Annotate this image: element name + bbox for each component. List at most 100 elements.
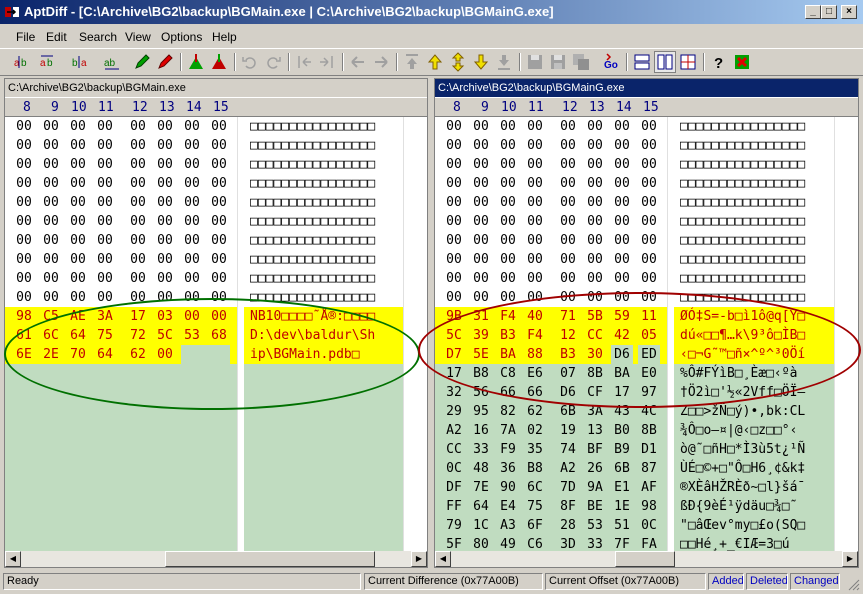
hex-byte[interactable]: 8B (584, 364, 606, 383)
hex-byte[interactable]: 00 (13, 174, 35, 193)
hex-byte[interactable]: 00 (470, 269, 492, 288)
hex-byte[interactable]: 00 (181, 212, 203, 231)
hex-byte[interactable]: 00 (40, 288, 62, 307)
hex-byte[interactable]: E0 (638, 364, 660, 383)
hex-byte[interactable]: 6F (524, 516, 546, 535)
prev-block-icon[interactable] (294, 52, 314, 72)
hex-row[interactable]: 98 C5 AE 3A 17 03 00 00 NB10□□□□˜Å®:□□□□ (5, 307, 427, 326)
hex-byte[interactable]: 00 (443, 155, 465, 174)
hex-byte[interactable]: 00 (154, 193, 176, 212)
hex-byte[interactable]: 64 (470, 497, 492, 516)
hex-byte[interactable]: 53 (584, 516, 606, 535)
down-diff-icon[interactable] (471, 52, 491, 72)
hex-byte[interactable]: 00 (181, 117, 203, 136)
hex-byte[interactable]: 6B (611, 459, 633, 478)
sync-left-icon[interactable] (186, 52, 206, 72)
ascii-text[interactable]: □□□□□□□□□□□□□□□□ (680, 212, 805, 231)
hex-byte[interactable]: 00 (67, 269, 89, 288)
hex-byte[interactable]: 75 (524, 497, 546, 516)
hex-byte[interactable]: 00 (154, 288, 176, 307)
hex-byte[interactable]: 6E (13, 345, 35, 364)
maximize-button[interactable]: □ (821, 5, 837, 19)
hex-row[interactable]: 5C 39 B3 F4 12 CC 42 05 dú«□□¶…k\9³ô□ÌB□ (435, 326, 858, 345)
hex-byte[interactable]: 39 (470, 326, 492, 345)
hex-byte[interactable]: 07 (557, 364, 579, 383)
hex-byte[interactable]: CC (584, 326, 606, 345)
hex-byte[interactable]: 00 (557, 117, 579, 136)
help-icon[interactable]: ? (709, 52, 729, 72)
hex-byte[interactable]: 00 (443, 288, 465, 307)
hex-byte[interactable]: 00 (524, 212, 546, 231)
hex-byte[interactable]: 00 (611, 250, 633, 269)
hex-byte[interactable]: 30 (584, 345, 606, 364)
ascii-text[interactable]: □□□□□□□□□□□□□□□□ (250, 136, 375, 155)
hex-byte[interactable]: 00 (557, 231, 579, 250)
hex-byte[interactable]: 00 (524, 231, 546, 250)
hex-row[interactable]: 00 00 00 00 00 00 00 00 □□□□□□□□□□□□□□□□ (435, 269, 858, 288)
hex-byte[interactable]: 00 (638, 155, 660, 174)
hex-byte[interactable]: 00 (154, 212, 176, 231)
hex-byte[interactable]: BE (584, 497, 606, 516)
hex-byte[interactable]: 00 (208, 155, 230, 174)
hex-row[interactable]: DF 7E 90 6C 7D 9A E1 AF ®XÈâHŽRÈð~□l}šá¯ (435, 478, 858, 497)
hex-byte[interactable]: 00 (524, 136, 546, 155)
ascii-text[interactable]: ‹□¬G˜™□ñ×^º^³0Öí (680, 345, 805, 364)
hex-byte[interactable]: 00 (40, 136, 62, 155)
hex-row[interactable]: D7 5E BA 88 B3 30 D6 ED ‹□¬G˜™□ñ×^º^³0Öí (435, 345, 858, 364)
hex-byte[interactable]: 00 (67, 117, 89, 136)
ascii-text[interactable]: D:\dev\baldur\Sh (250, 326, 375, 345)
ascii-text[interactable]: □□□□□□□□□□□□□□□□ (250, 212, 375, 231)
hex-byte[interactable]: 0C (443, 459, 465, 478)
hex-byte[interactable]: 51 (611, 516, 633, 535)
hex-byte[interactable]: 00 (181, 193, 203, 212)
hex-byte[interactable]: 00 (638, 269, 660, 288)
hex-byte[interactable]: 5E (470, 345, 492, 364)
hex-byte[interactable]: 00 (524, 269, 546, 288)
hex-byte[interactable]: CC (443, 440, 465, 459)
hex-byte[interactable]: 56 (470, 383, 492, 402)
hex-byte[interactable]: 00 (497, 117, 519, 136)
ascii-text[interactable]: □□□□□□□□□□□□□□□□ (250, 288, 375, 307)
hex-byte[interactable]: 00 (127, 250, 149, 269)
hex-byte[interactable]: 00 (443, 117, 465, 136)
hex-byte[interactable]: F4 (524, 326, 546, 345)
hex-byte[interactable]: 00 (94, 155, 116, 174)
hex-byte[interactable]: 00 (127, 174, 149, 193)
hex-byte[interactable]: D6 (611, 345, 633, 364)
hex-row[interactable]: 9B 31 F4 40 71 5B 59 11 ØÓ‡S=-b□ì1ô@q[Y□ (435, 307, 858, 326)
hex-row[interactable]: 00 00 00 00 00 00 00 00 □□□□□□□□□□□□□□□□ (5, 288, 427, 307)
size-grip-icon[interactable] (844, 575, 860, 591)
hex-byte[interactable]: 43 (611, 402, 633, 421)
scroll-right-icon[interactable]: ▶ (411, 551, 427, 567)
ascii-text[interactable]: □□□□□□□□□□□□□□□□ (250, 155, 375, 174)
hex-byte[interactable]: 97 (638, 383, 660, 402)
hex-byte[interactable]: 61 (13, 326, 35, 345)
hex-byte[interactable]: C8 (497, 364, 519, 383)
close-button[interactable]: × (841, 5, 857, 19)
hex-byte[interactable]: 00 (611, 155, 633, 174)
hex-byte[interactable]: 00 (127, 193, 149, 212)
hex-row[interactable]: 00 00 00 00 00 00 00 00 □□□□□□□□□□□□□□□□ (435, 155, 858, 174)
hex-row[interactable]: 00 00 00 00 00 00 00 00 □□□□□□□□□□□□□□□□ (435, 212, 858, 231)
hex-byte[interactable]: 74 (557, 440, 579, 459)
hex-byte[interactable]: 00 (154, 155, 176, 174)
hex-byte[interactable]: 00 (181, 250, 203, 269)
hex-byte[interactable]: 00 (611, 288, 633, 307)
menu-options[interactable]: Options (161, 30, 202, 44)
hex-byte[interactable]: 00 (127, 117, 149, 136)
hex-byte[interactable]: 00 (638, 231, 660, 250)
hex-byte[interactable]: 82 (497, 402, 519, 421)
hex-byte[interactable]: 00 (13, 136, 35, 155)
up-down-icon[interactable] (448, 52, 468, 72)
right-hex-rows[interactable]: 00 00 00 00 00 00 00 00 □□□□□□□□□□□□□□□□ 00 00 00 00… (435, 117, 858, 567)
hex-byte[interactable]: 00 (181, 136, 203, 155)
hex-byte[interactable]: 00 (40, 193, 62, 212)
hex-row[interactable]: 00 00 00 00 00 00 00 00 □□□□□□□□□□□□□□□□ (435, 174, 858, 193)
hex-byte[interactable]: 00 (94, 269, 116, 288)
hex-byte[interactable]: 00 (208, 136, 230, 155)
hex-byte[interactable]: 00 (584, 117, 606, 136)
hex-byte[interactable]: 98 (13, 307, 35, 326)
scroll-right-icon[interactable]: ▶ (842, 551, 858, 567)
hex-byte[interactable]: 00 (154, 136, 176, 155)
hex-byte[interactable]: B9 (611, 440, 633, 459)
